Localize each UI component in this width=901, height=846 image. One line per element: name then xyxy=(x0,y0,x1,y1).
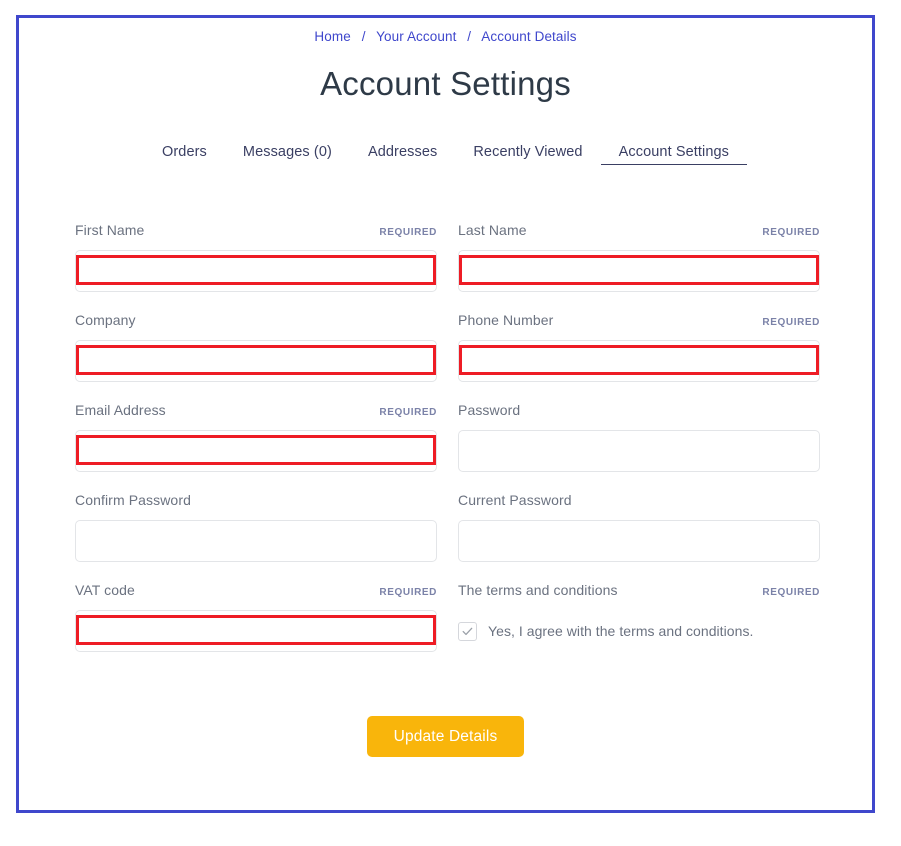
breadcrumb-item-home[interactable]: Home xyxy=(314,29,350,44)
field-head: Phone Number REQUIRED xyxy=(458,312,820,329)
field-head: VAT code REQUIRED xyxy=(75,582,437,599)
submit-row: Update Details xyxy=(75,716,816,757)
label-password: Password xyxy=(458,402,521,418)
field-head: Current Password xyxy=(458,492,820,509)
required-badge-terms: REQUIRED xyxy=(762,587,820,598)
input-wrap-phone-number xyxy=(458,340,820,382)
email-address-input[interactable] xyxy=(75,430,437,472)
tab-orders[interactable]: Orders xyxy=(144,144,225,165)
label-last-name: Last Name xyxy=(458,222,527,238)
account-settings-form: First Name REQUIRED Last Name REQUIRED C… xyxy=(75,222,820,757)
label-confirm-password: Confirm Password xyxy=(75,492,191,508)
field-head: Email Address REQUIRED xyxy=(75,402,437,419)
check-icon xyxy=(462,627,473,635)
breadcrumb-separator: / xyxy=(467,29,472,44)
input-wrap-current-password xyxy=(458,520,820,562)
input-wrap-confirm-password xyxy=(75,520,437,562)
label-company: Company xyxy=(75,312,136,328)
required-badge-first-name: REQUIRED xyxy=(379,227,437,238)
field-head: Password xyxy=(458,402,820,419)
form-grid: First Name REQUIRED Last Name REQUIRED C… xyxy=(75,222,820,672)
field-vat-code: VAT code REQUIRED xyxy=(75,582,437,652)
input-wrap-email-address xyxy=(75,430,437,472)
phone-number-input[interactable] xyxy=(458,340,820,382)
field-head: Confirm Password xyxy=(75,492,437,509)
label-current-password: Current Password xyxy=(458,492,572,508)
password-input[interactable] xyxy=(458,430,820,472)
field-phone-number: Phone Number REQUIRED xyxy=(458,312,820,382)
input-wrap-company xyxy=(75,340,437,382)
breadcrumb: Home / Your Account / Account Details xyxy=(19,29,872,44)
page-title: Account Settings xyxy=(320,65,571,102)
breadcrumb-item-your-account[interactable]: Your Account xyxy=(376,29,456,44)
confirm-password-input[interactable] xyxy=(75,520,437,562)
field-last-name: Last Name REQUIRED xyxy=(458,222,820,292)
field-first-name: First Name REQUIRED xyxy=(75,222,437,292)
required-badge-vat-code: REQUIRED xyxy=(379,587,437,598)
label-terms-and-conditions: The terms and conditions xyxy=(458,582,618,598)
field-password: Password xyxy=(458,402,820,472)
input-wrap-password xyxy=(458,430,820,472)
required-badge-phone-number: REQUIRED xyxy=(762,317,820,328)
update-details-button[interactable]: Update Details xyxy=(366,716,525,757)
input-wrap-vat-code xyxy=(75,610,437,652)
first-name-input[interactable] xyxy=(75,250,437,292)
tab-recently-viewed[interactable]: Recently Viewed xyxy=(455,144,600,165)
required-badge-email-address: REQUIRED xyxy=(379,407,437,418)
field-head: The terms and conditions REQUIRED xyxy=(458,582,820,599)
terms-checkbox-row: Yes, I agree with the terms and conditio… xyxy=(458,610,820,652)
label-first-name: First Name xyxy=(75,222,145,238)
label-phone-number: Phone Number xyxy=(458,312,554,328)
account-tab-nav: Orders Messages (0) Addresses Recently V… xyxy=(19,144,872,165)
terms-checkbox[interactable] xyxy=(458,621,477,641)
viewport-highlight-frame: Home / Your Account / Account Details Ac… xyxy=(16,15,875,813)
breadcrumb-item-account-details[interactable]: Account Details xyxy=(481,29,576,44)
field-head: Company xyxy=(75,312,437,329)
company-input[interactable] xyxy=(75,340,437,382)
tab-messages[interactable]: Messages (0) xyxy=(225,144,350,165)
field-confirm-password: Confirm Password xyxy=(75,492,437,562)
current-password-input[interactable] xyxy=(458,520,820,562)
last-name-input[interactable] xyxy=(458,250,820,292)
field-email-address: Email Address REQUIRED xyxy=(75,402,437,472)
field-head: First Name REQUIRED xyxy=(75,222,437,239)
label-vat-code: VAT code xyxy=(75,582,135,598)
breadcrumb-separator: / xyxy=(361,29,366,44)
tab-addresses[interactable]: Addresses xyxy=(350,144,455,165)
field-terms-and-conditions: The terms and conditions REQUIRED Yes, I… xyxy=(458,582,820,652)
required-badge-last-name: REQUIRED xyxy=(762,227,820,238)
input-wrap-first-name xyxy=(75,250,437,292)
field-company: Company xyxy=(75,312,437,382)
input-wrap-last-name xyxy=(458,250,820,292)
vat-code-input[interactable] xyxy=(75,610,437,652)
label-email-address: Email Address xyxy=(75,402,166,418)
tab-account-settings[interactable]: Account Settings xyxy=(600,144,748,165)
field-current-password: Current Password xyxy=(458,492,820,562)
terms-checkbox-label[interactable]: Yes, I agree with the terms and conditio… xyxy=(488,623,753,639)
field-head: Last Name REQUIRED xyxy=(458,222,820,239)
